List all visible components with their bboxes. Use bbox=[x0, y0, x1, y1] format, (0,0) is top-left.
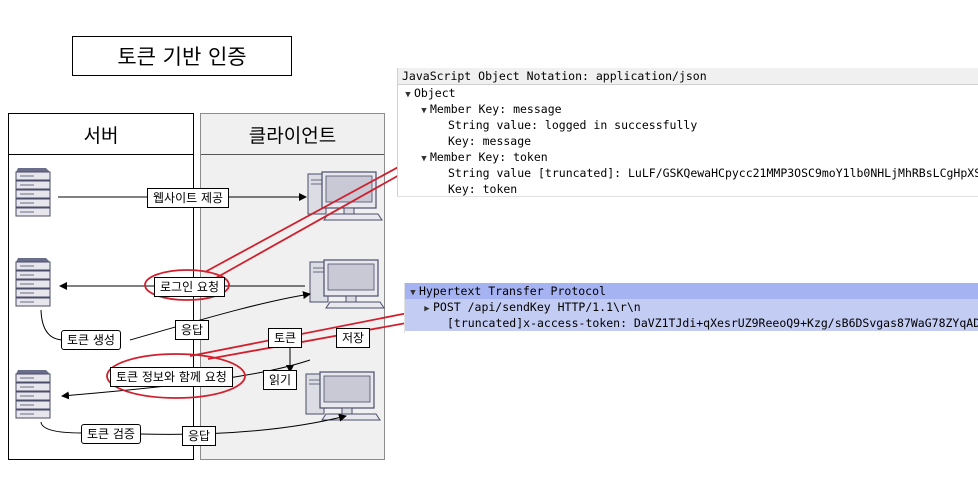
label-store: 저장 bbox=[336, 328, 371, 348]
tree-node-member-message[interactable]: ▼ Member Key: message bbox=[398, 101, 978, 117]
computer-icon bbox=[309, 259, 385, 309]
tree-node-request-line[interactable]: ▶ POST /api/sendKey HTTP/1.1\r\n bbox=[405, 299, 978, 315]
tree-leaf-token-value[interactable]: String value [truncated]: LuLF/GSKQewaHC… bbox=[398, 165, 978, 181]
label-response-2: 응답 bbox=[182, 426, 217, 446]
server-icon bbox=[15, 167, 51, 217]
tree-leaf-key[interactable]: Key: token bbox=[398, 181, 978, 196]
tree-leaf-string-value[interactable]: String value: logged in successfully bbox=[398, 117, 978, 133]
chevron-down-icon[interactable]: ▼ bbox=[407, 285, 419, 301]
label-provide-website: 웹사이트 제공 bbox=[147, 188, 230, 208]
http-protocol-pane: ▼ Hypertext Transfer Protocol ▶ POST /api/… bbox=[404, 283, 978, 333]
chevron-right-icon[interactable]: ▶ bbox=[421, 301, 433, 317]
arrow-response-2 bbox=[139, 413, 347, 435]
label-login-request: 로그인 요청 bbox=[154, 277, 226, 297]
tree-node-http[interactable]: ▼ Hypertext Transfer Protocol bbox=[405, 283, 978, 299]
tree-leaf-access-token[interactable]: [truncated]x-access-token: DaVZ1TJdi+qXe… bbox=[405, 315, 978, 331]
tree-node-member-token[interactable]: ▼ Member Key: token bbox=[398, 149, 978, 165]
connector-token-verify bbox=[40, 421, 83, 434]
label-token-verify: 토큰 검증 bbox=[81, 424, 141, 444]
label-read: 읽기 bbox=[263, 370, 298, 390]
label-request-with-token: 토큰 정보와 함께 요청 bbox=[110, 367, 233, 387]
computer-icon bbox=[305, 371, 381, 421]
json-pane-header: JavaScript Object Notation: application/… bbox=[398, 68, 978, 85]
tree-leaf-key[interactable]: Key: message bbox=[398, 133, 978, 149]
label-response-1: 응답 bbox=[175, 320, 210, 340]
red-link-request-to-http bbox=[207, 321, 413, 360]
label-token: 토큰 bbox=[268, 328, 303, 348]
json-protocol-pane: JavaScript Object Notation: application/… bbox=[397, 68, 978, 197]
tree-node-object[interactable]: ▼ Object bbox=[398, 85, 978, 101]
server-icon bbox=[15, 369, 51, 419]
red-link-login-to-json bbox=[204, 151, 427, 273]
server-icon bbox=[15, 257, 51, 307]
label-token-generate: 토큰 생성 bbox=[61, 330, 121, 350]
